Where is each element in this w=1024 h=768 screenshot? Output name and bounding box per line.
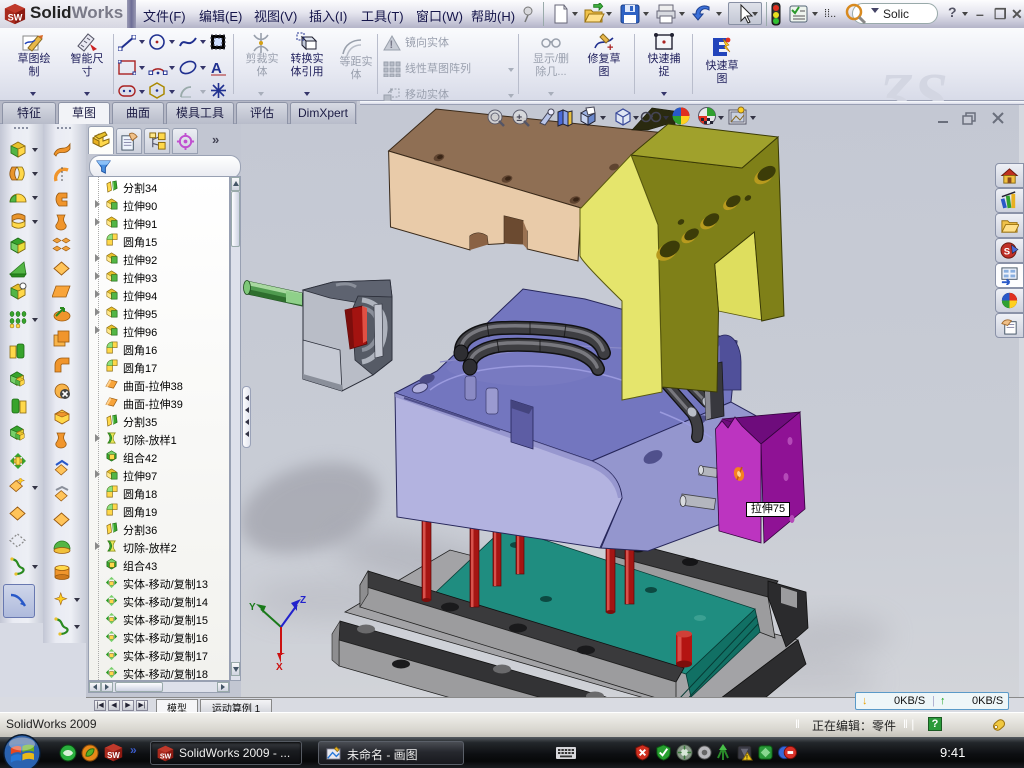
svg-text:SW: SW xyxy=(107,751,120,760)
svg-text:±: ± xyxy=(517,113,523,124)
svg-text:Z: Z xyxy=(300,595,306,606)
svg-text:X: X xyxy=(276,662,283,673)
svg-text:SW: SW xyxy=(8,12,23,22)
svg-text:A: A xyxy=(211,60,222,76)
svg-text:+: + xyxy=(607,42,613,52)
svg-text:SW: SW xyxy=(160,752,172,760)
svg-text:S: S xyxy=(1004,246,1010,257)
svg-text:Y: Y xyxy=(249,602,256,613)
svg-text:!: ! xyxy=(390,39,394,51)
svg-text:!: ! xyxy=(746,755,748,761)
